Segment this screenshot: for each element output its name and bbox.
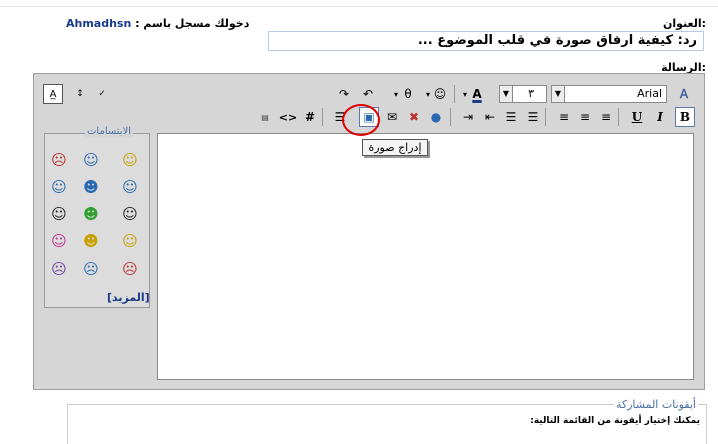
thinking-icon[interactable]: ☺	[121, 232, 139, 250]
title-input[interactable]: رد: كيفية ارفاق صورة في قلب الموضوع ...	[268, 31, 704, 51]
chevron-down-icon[interactable]: ▾	[386, 84, 406, 104]
cool-icon[interactable]: ☺	[50, 178, 68, 196]
laughing-icon[interactable]: ☻	[82, 232, 100, 250]
remove-link-icon[interactable]: ✖	[404, 107, 424, 127]
chevron-down-icon[interactable]: ▼	[552, 86, 565, 102]
shocked-icon[interactable]: ☺	[50, 205, 68, 223]
post-icons-text: يمكنك إختيار أيقونة من القائمة التالية:	[530, 416, 700, 426]
mad-icon[interactable]: ☹	[121, 260, 139, 278]
insert-image-tooltip: إدراج صورة	[362, 139, 428, 156]
resize-text-icon[interactable]: A̲	[43, 84, 63, 104]
undo-icon[interactable]: ↶	[358, 84, 378, 104]
underline-button[interactable]: U	[627, 107, 647, 127]
smile-icon[interactable]: ☺	[121, 151, 139, 169]
redo-icon[interactable]: ↷	[334, 84, 354, 104]
message-textarea[interactable]	[157, 133, 694, 380]
angry-icon[interactable]: ☹	[50, 151, 68, 169]
happy-icon[interactable]: ☺	[121, 178, 139, 196]
login-status: دخولك مسجل باسم : Ahmadhsn	[66, 17, 249, 30]
italic-button[interactable]: I	[650, 107, 670, 127]
font-size-select[interactable]: ▼ ٣	[499, 85, 547, 103]
align-right-icon[interactable]: ≡	[554, 107, 574, 127]
chevron-down-icon[interactable]: ▾	[418, 84, 438, 104]
indent-icon[interactable]: ⇥	[458, 107, 478, 127]
wink-icon[interactable]: ☻	[82, 178, 100, 196]
chevron-down-icon[interactable]: ▾	[455, 84, 475, 104]
php-icon[interactable]: ▤	[255, 107, 275, 127]
unordered-list-icon[interactable]: ☰	[501, 107, 521, 127]
separator	[450, 108, 451, 126]
align-center-icon[interactable]: ≡	[575, 107, 595, 127]
chevron-down-icon[interactable]: ▼	[500, 86, 513, 102]
bold-button[interactable]: B	[675, 107, 695, 127]
confused-icon[interactable]: ☺	[82, 151, 100, 169]
resize-arrows-icon[interactable]: ↕	[70, 84, 90, 104]
hash-icon[interactable]: #	[300, 107, 320, 127]
highlight-circle	[342, 104, 380, 136]
code-icon[interactable]: <>	[278, 107, 298, 127]
post-icons-title: أيقونات المشاركة	[613, 398, 698, 411]
separator	[618, 108, 619, 126]
font-name-value: Arial	[637, 87, 662, 100]
login-text: دخولك مسجل باسم :	[135, 17, 250, 30]
ordered-list-icon[interactable]: ☰	[523, 107, 543, 127]
insert-link-icon[interactable]: ●	[426, 107, 446, 127]
title-label: العنوان:	[662, 17, 706, 30]
font-size-value: ٣	[528, 87, 534, 100]
smilies-title: الابتسامات	[85, 126, 134, 137]
sad-icon[interactable]: ☹	[50, 260, 68, 278]
post-icons-section: أيقونات المشاركة يمكنك إختيار أيقونة من …	[67, 398, 707, 444]
more-smilies-link[interactable]: [المزيد]	[107, 291, 150, 304]
font-name-select[interactable]: ▼ Arial	[551, 85, 667, 103]
separator	[545, 108, 546, 126]
separator	[454, 85, 455, 103]
smilies-panel: الابتسامات ☺ ☺ ☹ ☺ ☻ ☺ ☺ ☻ ☺ ☺ ☻ ☺ ☹ ☹ ☹…	[44, 126, 150, 308]
top-divider	[0, 0, 718, 7]
outdent-icon[interactable]: ⇤	[480, 107, 500, 127]
grin-icon[interactable]: ☻	[82, 205, 100, 223]
spellcheck-icon[interactable]: ✓	[92, 84, 112, 104]
surprised-icon[interactable]: ☺	[121, 205, 139, 223]
align-left-icon[interactable]: ≡	[596, 107, 616, 127]
username-link[interactable]: Ahmadhsn	[66, 17, 131, 30]
insert-email-icon[interactable]: ✉	[382, 107, 402, 127]
question-icon[interactable]: ☹	[82, 260, 100, 278]
tongue-icon[interactable]: ☺	[50, 232, 68, 250]
separator	[322, 108, 323, 126]
remove-format-icon[interactable]: 𝖠	[674, 84, 694, 104]
